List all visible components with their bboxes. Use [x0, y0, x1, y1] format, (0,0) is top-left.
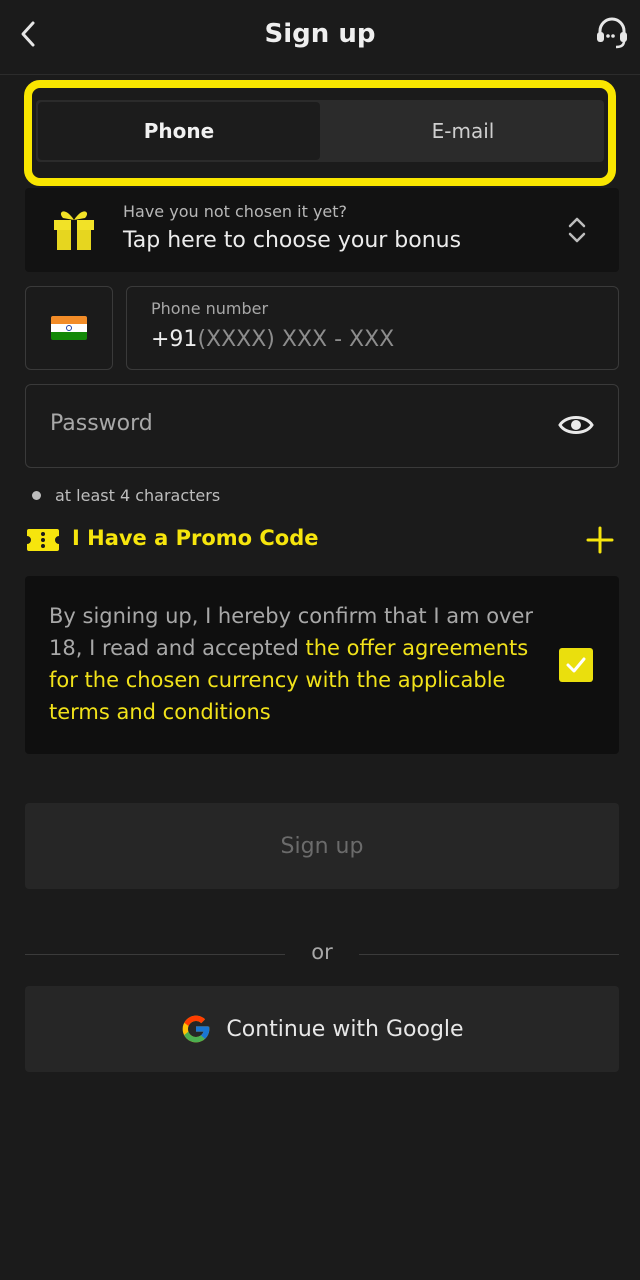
headset-icon [597, 17, 627, 49]
google-icon [183, 1015, 210, 1043]
country-selector[interactable] [25, 286, 113, 370]
password-hint-text: at least 4 characters [55, 486, 221, 505]
terms-text: By signing up, I hereby confirm that I a… [49, 600, 559, 728]
password-hint: at least 4 characters [32, 486, 220, 505]
checkmark-icon [566, 657, 586, 673]
promo-code-label: I Have a Promo Code [72, 526, 319, 550]
google-signin-label: Continue with Google [226, 1016, 464, 1042]
bonus-selector[interactable]: Have you not chosen it yet? Tap here to … [25, 188, 619, 272]
gift-icon [54, 211, 94, 250]
page-title: Sign up [264, 19, 376, 49]
chevron-up-down-icon [568, 217, 586, 243]
or-divider: or [25, 940, 619, 970]
india-flag-icon [51, 316, 87, 340]
phone-placeholder: (XXXX) XXX - XXX [197, 327, 395, 352]
phone-input[interactable]: Phone number +91(XXXX) XXX - XXX [126, 286, 619, 370]
phone-prefix: +91 [151, 327, 198, 352]
phone-label: Phone number [151, 299, 269, 318]
bullet-icon [32, 491, 41, 500]
bonus-cta: Tap here to choose your bonus [123, 228, 462, 253]
or-label: or [311, 940, 333, 964]
terms-checkbox[interactable] [559, 648, 593, 682]
tab-email[interactable]: E-mail [322, 100, 604, 162]
divider-line-right [359, 954, 619, 955]
back-button[interactable] [12, 14, 44, 54]
support-button[interactable] [592, 12, 632, 52]
phone-value: +91(XXXX) XXX - XXX [151, 327, 394, 352]
bonus-question: Have you not chosen it yet? [123, 202, 348, 221]
promo-code-toggle[interactable]: I Have a Promo Code [26, 522, 620, 558]
plus-icon [586, 526, 614, 554]
ticket-icon [27, 529, 59, 551]
google-signin-button[interactable]: Continue with Google [25, 986, 619, 1072]
password-placeholder: Password [50, 411, 153, 436]
signup-button[interactable]: Sign up [25, 803, 619, 889]
password-input[interactable]: Password [25, 384, 619, 468]
eye-icon[interactable] [558, 411, 594, 439]
chevron-left-icon [21, 21, 35, 47]
auth-method-tabs: Phone E-mail [36, 100, 604, 162]
terms-agreement: By signing up, I hereby confirm that I a… [25, 576, 619, 754]
signup-page: Sign up Phone E-mail Have you not chosen… [0, 0, 640, 1280]
tab-phone[interactable]: Phone [38, 102, 320, 160]
header: Sign up [0, 0, 640, 75]
